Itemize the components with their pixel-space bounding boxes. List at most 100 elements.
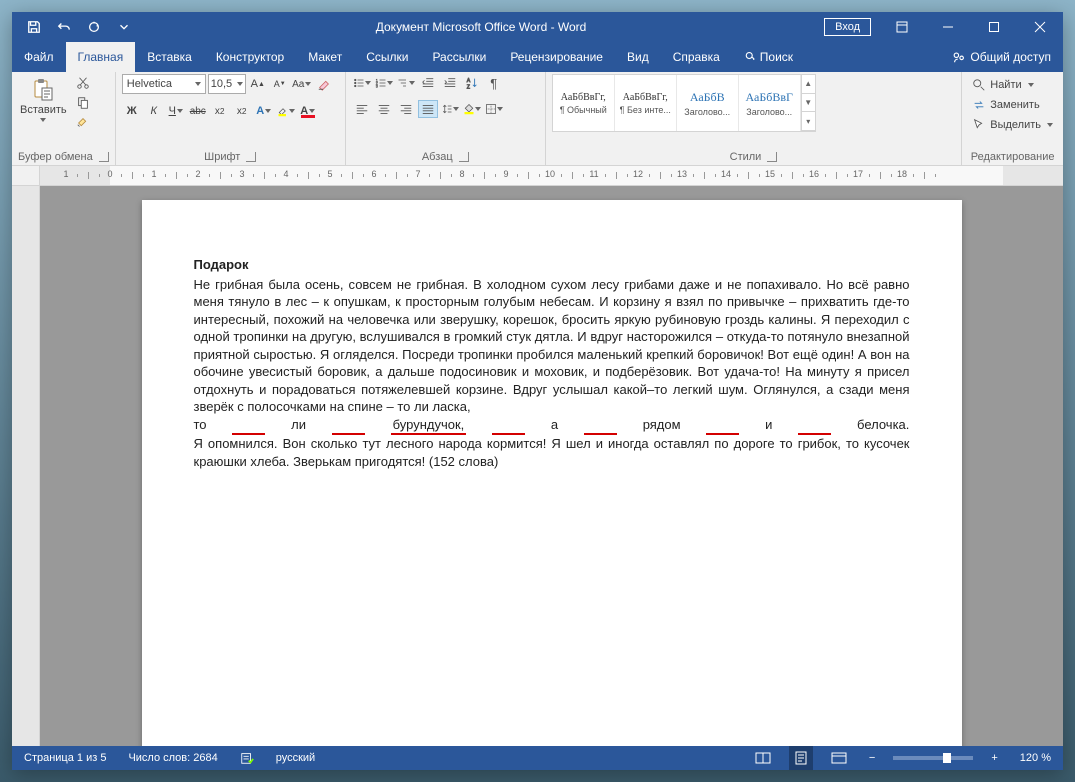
clear-formatting-button[interactable] xyxy=(314,75,334,93)
zoom-level[interactable]: 120 % xyxy=(1016,746,1055,770)
vertical-ruler[interactable] xyxy=(12,186,40,746)
tab-home[interactable]: Главная xyxy=(66,42,136,72)
word-count[interactable]: Число слов: 2684 xyxy=(124,746,221,770)
find-button[interactable]: Найти xyxy=(968,76,1057,94)
superscript-button[interactable]: x2 xyxy=(232,102,252,120)
cut-button[interactable] xyxy=(73,74,93,92)
doc-paragraph-1: Не грибная была осень, совсем не грибная… xyxy=(194,276,910,416)
signin-button[interactable]: Вход xyxy=(824,18,871,36)
font-launcher[interactable] xyxy=(246,152,256,162)
view-web-layout[interactable] xyxy=(827,746,851,770)
paste-button[interactable]: Вставить xyxy=(18,74,69,126)
font-group-label: Шрифт xyxy=(204,151,240,163)
quick-access-toolbar xyxy=(12,13,138,41)
maximize-button[interactable] xyxy=(971,12,1017,42)
highlight-button[interactable] xyxy=(276,102,296,120)
view-print-layout[interactable] xyxy=(789,746,813,770)
spellcheck-underline xyxy=(706,416,739,436)
shrink-font-button[interactable]: A▼ xyxy=(270,75,290,93)
font-color-button[interactable]: A xyxy=(298,102,318,120)
tab-review[interactable]: Рецензирование xyxy=(498,42,615,72)
spellcheck-underline xyxy=(798,416,831,436)
window-title: Документ Microsoft Office Word - Word xyxy=(138,20,824,34)
tab-insert[interactable]: Вставка xyxy=(135,42,204,72)
align-right-button[interactable] xyxy=(396,100,416,118)
gallery-more[interactable]: ▾ xyxy=(802,112,815,131)
borders-button[interactable] xyxy=(484,100,504,118)
redo-button[interactable] xyxy=(80,13,108,41)
copy-button[interactable] xyxy=(73,94,93,112)
zoom-slider[interactable] xyxy=(893,756,973,760)
close-button[interactable] xyxy=(1017,12,1063,42)
tell-me-search[interactable]: Поиск xyxy=(732,42,805,72)
gallery-down[interactable]: ▼ xyxy=(802,94,815,113)
qat-customize[interactable] xyxy=(110,13,138,41)
tab-design[interactable]: Конструктор xyxy=(204,42,296,72)
gallery-nav: ▲ ▼ ▾ xyxy=(801,75,815,131)
app-window: Документ Microsoft Office Word - Word Вх… xyxy=(12,12,1063,770)
undo-button[interactable] xyxy=(50,13,78,41)
tab-view[interactable]: Вид xyxy=(615,42,661,72)
font-name-combo[interactable]: Helvetica xyxy=(122,74,206,94)
view-read-mode[interactable] xyxy=(751,746,775,770)
group-font: Helvetica 10,5 A▲ A▼ Aa Ж К Ч abc x2 x2 … xyxy=(116,72,346,165)
line-spacing-button[interactable] xyxy=(440,100,460,118)
horizontal-ruler[interactable]: 10123456789101112131415161718 xyxy=(40,166,1063,185)
format-painter-button[interactable] xyxy=(73,114,93,132)
align-justify-button[interactable] xyxy=(418,100,438,118)
style-heading2[interactable]: АаБбВвГЗаголово... xyxy=(739,75,801,131)
spellcheck-underline: бурундучок, xyxy=(391,416,467,436)
replace-button[interactable]: Заменить xyxy=(968,96,1057,114)
decrease-indent-button[interactable] xyxy=(418,74,438,92)
document-scroll[interactable]: Подарок Не грибная была осень, совсем не… xyxy=(40,186,1063,746)
editing-group-label: Редактирование xyxy=(971,151,1055,163)
minimize-button[interactable] xyxy=(925,12,971,42)
grow-font-button[interactable]: A▲ xyxy=(248,75,268,93)
change-case-button[interactable]: Aa xyxy=(292,75,312,93)
select-button[interactable]: Выделить xyxy=(968,116,1057,134)
group-styles: АаБбВвГг,¶ Обычный АаБбВвГг,¶ Без инте..… xyxy=(546,72,963,165)
gallery-up[interactable]: ▲ xyxy=(802,75,815,94)
share-button[interactable]: Общий доступ xyxy=(940,42,1063,72)
tab-layout[interactable]: Макет xyxy=(296,42,354,72)
styles-launcher[interactable] xyxy=(767,152,777,162)
save-button[interactable] xyxy=(20,13,48,41)
increase-indent-button[interactable] xyxy=(440,74,460,92)
svg-text:3: 3 xyxy=(376,85,378,89)
font-size-combo[interactable]: 10,5 xyxy=(208,74,246,94)
bold-button[interactable]: Ж xyxy=(122,102,142,120)
style-heading1[interactable]: АаБбВЗаголово... xyxy=(677,75,739,131)
italic-button[interactable]: К xyxy=(144,102,164,120)
tab-references[interactable]: Ссылки xyxy=(354,42,420,72)
page-indicator[interactable]: Страница 1 из 5 xyxy=(20,746,110,770)
language-indicator[interactable]: русский xyxy=(272,746,319,770)
tab-mailings[interactable]: Рассылки xyxy=(420,42,498,72)
text-effects-button[interactable]: A xyxy=(254,102,274,120)
spellcheck-status[interactable] xyxy=(236,746,258,770)
show-marks-button[interactable]: ¶ xyxy=(484,74,504,92)
strikethrough-button[interactable]: abc xyxy=(188,102,208,120)
zoom-in[interactable]: + xyxy=(987,746,1001,770)
sort-button[interactable]: AZ xyxy=(462,74,482,92)
ribbon-display-options[interactable] xyxy=(879,12,925,42)
ribbon-tabs: Файл Главная Вставка Конструктор Макет С… xyxy=(12,42,1063,72)
style-normal[interactable]: АаБбВвГг,¶ Обычный xyxy=(553,75,615,131)
multilevel-list-button[interactable] xyxy=(396,74,416,92)
group-editing: Найти Заменить Выделить Редактирование xyxy=(962,72,1063,165)
align-left-button[interactable] xyxy=(352,100,372,118)
subscript-button[interactable]: x2 xyxy=(210,102,230,120)
style-no-spacing[interactable]: АаБбВвГг,¶ Без инте... xyxy=(615,75,677,131)
bullets-button[interactable] xyxy=(352,74,372,92)
clipboard-launcher[interactable] xyxy=(99,152,109,162)
paragraph-launcher[interactable] xyxy=(459,152,469,162)
numbering-button[interactable]: 123 xyxy=(374,74,394,92)
shading-button[interactable] xyxy=(462,100,482,118)
spellcheck-underline xyxy=(232,416,265,436)
underline-button[interactable]: Ч xyxy=(166,102,186,120)
styles-gallery[interactable]: АаБбВвГг,¶ Обычный АаБбВвГг,¶ Без инте..… xyxy=(552,74,816,132)
align-center-button[interactable] xyxy=(374,100,394,118)
tab-help[interactable]: Справка xyxy=(661,42,732,72)
zoom-out[interactable]: − xyxy=(865,746,879,770)
tab-file[interactable]: Файл xyxy=(12,42,66,72)
page[interactable]: Подарок Не грибная была осень, совсем не… xyxy=(142,200,962,746)
